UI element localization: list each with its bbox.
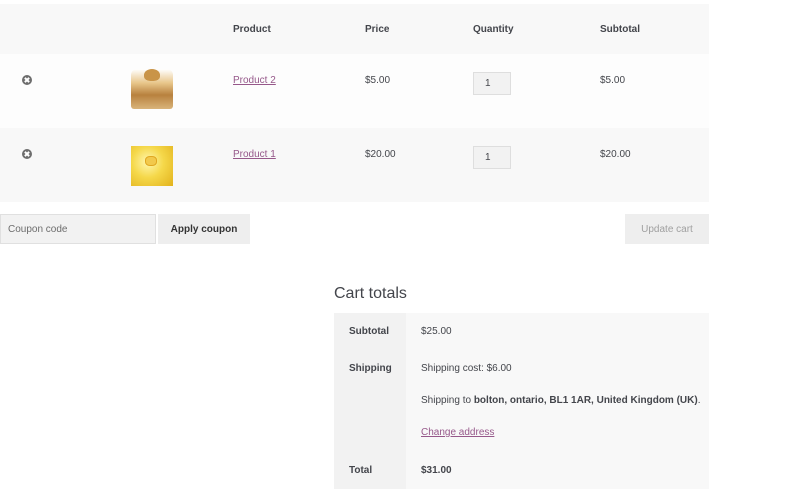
product-thumbnail[interactable] (131, 69, 173, 109)
totals-shipping-value: Shipping cost: $6.00 Shipping to bolton,… (406, 349, 709, 451)
header-price: Price (365, 24, 390, 35)
header-quantity: Quantity (473, 24, 514, 35)
totals-subtotal-label: Subtotal (334, 313, 406, 349)
shipping-destination: Shipping to bolton, ontario, BL1 1AR, Un… (421, 395, 700, 406)
totals-total-value: $31.00 (406, 451, 709, 489)
cart-totals-title: Cart totals (334, 285, 407, 302)
quantity-input[interactable] (473, 146, 511, 169)
totals-total-label: Total (334, 451, 406, 489)
totals-shipping-row: Shipping Shipping cost: $6.00 Shipping t… (334, 349, 709, 451)
shipping-to-suffix: . (697, 395, 701, 406)
totals-total-row: Total $31.00 (334, 451, 709, 489)
apply-coupon-button[interactable]: Apply coupon (158, 214, 250, 244)
totals-shipping-label: Shipping (334, 349, 406, 451)
totals-subtotal-row: Subtotal $25.00 (334, 313, 709, 349)
cart-item-row: Product 2 $5.00 $5.00 (0, 54, 709, 128)
remove-item-icon[interactable] (22, 75, 32, 85)
item-subtotal: $5.00 (600, 75, 626, 86)
totals-subtotal-value: $25.00 (406, 313, 709, 349)
product-link[interactable]: Product 2 (233, 75, 276, 86)
item-price: $5.00 (365, 75, 391, 86)
item-subtotal: $20.00 (600, 149, 631, 160)
cart-table-header: Product Price Quantity Subtotal (0, 4, 709, 54)
quantity-input[interactable] (473, 72, 511, 95)
product-link[interactable]: Product 1 (233, 149, 276, 160)
shipping-cost: Shipping cost: $6.00 (421, 363, 512, 374)
shipping-address: bolton, ontario, BL1 1AR, United Kingdom… (473, 395, 698, 406)
cart-totals-table: Subtotal $25.00 Shipping Shipping cost: … (334, 313, 709, 489)
shipping-to-prefix: Shipping to (421, 395, 472, 406)
remove-item-icon[interactable] (22, 149, 32, 159)
item-price: $20.00 (365, 149, 396, 160)
coupon-code-input[interactable] (0, 214, 156, 244)
cart-item-row: Product 1 $20.00 $20.00 (0, 128, 709, 202)
update-cart-button[interactable]: Update cart (625, 214, 709, 244)
product-thumbnail[interactable] (131, 146, 173, 186)
cart-table: Product Price Quantity Subtotal Product … (0, 4, 709, 202)
header-subtotal: Subtotal (600, 24, 640, 35)
header-product: Product (233, 24, 271, 35)
change-address-link[interactable]: Change address (421, 427, 494, 438)
